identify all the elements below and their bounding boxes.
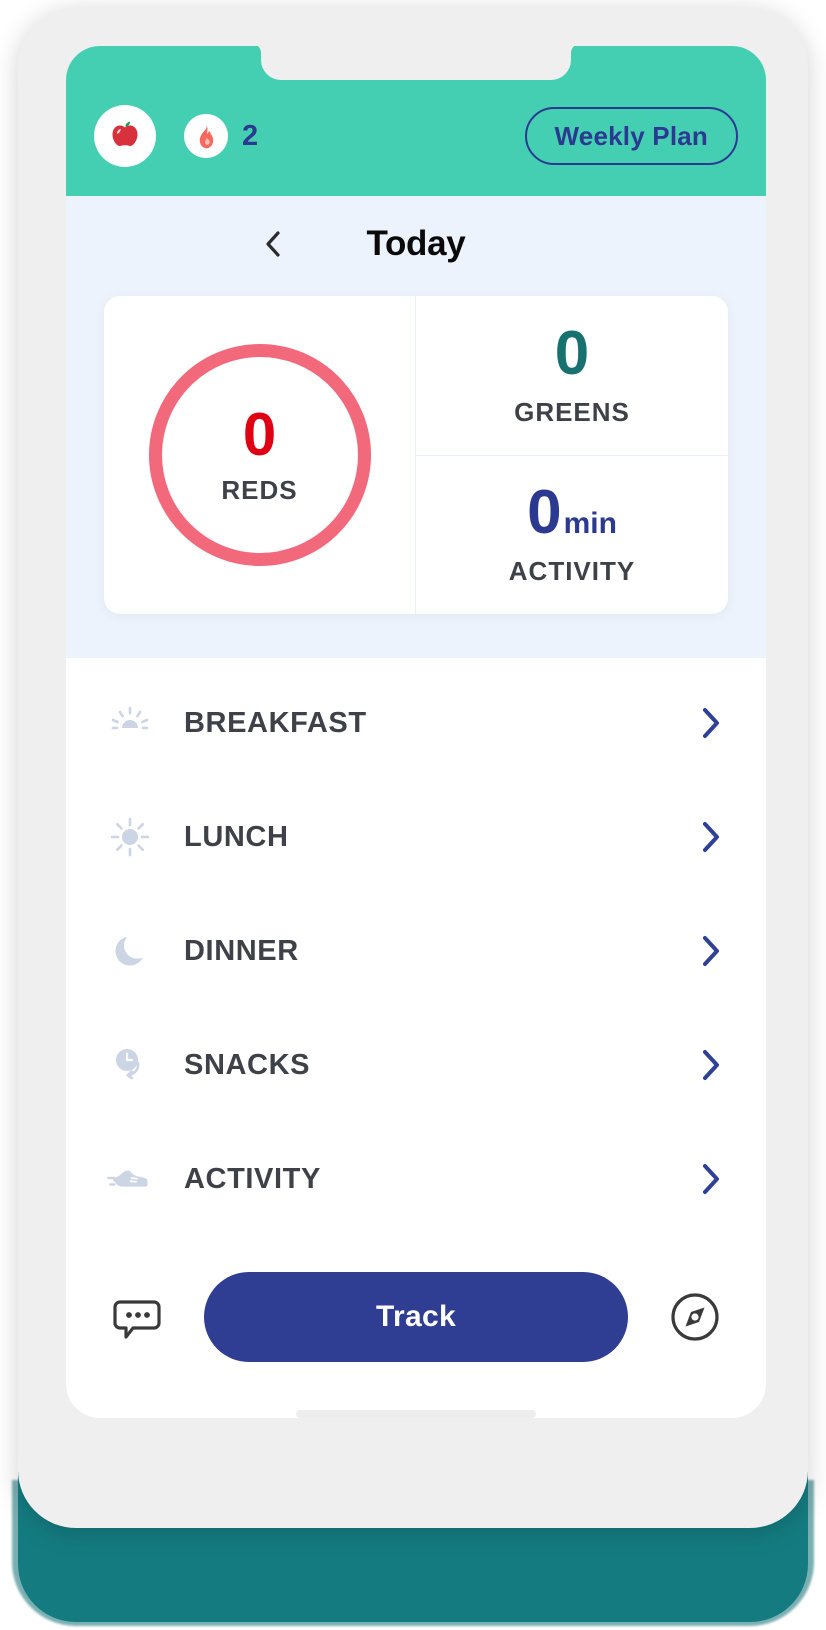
meal-label: BREAKFAST — [184, 706, 367, 739]
chevron-right-icon[interactable] — [694, 706, 728, 740]
chevron-left-icon — [266, 231, 280, 257]
nav-bar: Today — [66, 196, 766, 292]
chat-button[interactable] — [104, 1284, 170, 1350]
track-button[interactable]: Track — [204, 1272, 628, 1362]
running-shoe-icon — [102, 1151, 158, 1207]
apple-icon — [112, 121, 138, 146]
home-indicator — [296, 1410, 536, 1418]
greens-label: GREENS — [514, 396, 630, 427]
chat-bubble-icon — [113, 1300, 161, 1339]
meal-row-activity[interactable]: ACTIVITY — [66, 1122, 766, 1236]
meal-label: ACTIVITY — [184, 1162, 321, 1195]
meal-label: SNACKS — [184, 1048, 311, 1081]
activity-unit: min — [563, 507, 617, 541]
greens-stat[interactable]: 0 GREENS — [416, 296, 728, 456]
apple-logo-badge[interactable] — [94, 105, 156, 167]
chevron-right-icon[interactable] — [694, 1162, 728, 1196]
flame-icon — [199, 124, 213, 148]
reds-ring: 0 REDS — [148, 344, 371, 566]
reds-value: 0 — [242, 400, 277, 468]
sunrise-icon — [102, 695, 158, 751]
clock-arrow-icon — [102, 1037, 158, 1093]
app-header: 2 Weekly Plan — [66, 46, 766, 196]
activity-value: 0 — [527, 478, 562, 548]
phone-frame: 2 Weekly Plan Today 0 REDS 0 GREENS 0 mi… — [18, 8, 808, 1528]
meal-row-lunch[interactable]: LUNCH — [66, 780, 766, 894]
greens-value: 0 — [554, 318, 590, 388]
chevron-right-icon[interactable] — [694, 820, 728, 854]
meal-label: LUNCH — [184, 820, 289, 853]
screenshot-stage: 2 Weekly Plan Today 0 REDS 0 GREENS 0 mi… — [0, 0, 826, 1630]
activity-label: ACTIVITY — [508, 556, 636, 587]
streak-badge[interactable] — [184, 114, 228, 158]
back-button[interactable] — [256, 227, 290, 261]
meal-row-breakfast[interactable]: BREAKFAST — [66, 666, 766, 780]
meal-label: DINNER — [184, 934, 299, 967]
reds-label: REDS — [221, 474, 298, 505]
weekly-plan-button[interactable]: Weekly Plan — [524, 107, 738, 165]
meal-row-snacks[interactable]: SNACKS — [66, 1008, 766, 1122]
chevron-right-icon[interactable] — [694, 934, 728, 968]
reds-stat[interactable]: 0 REDS — [104, 296, 416, 614]
meal-list: BREAKFAST LUNCH DINNER SNACKS ACTIVITY — [66, 658, 766, 1236]
phone-screen: 2 Weekly Plan Today 0 REDS 0 GREENS 0 mi… — [66, 46, 766, 1418]
daily-stats-card: 0 REDS 0 GREENS 0 min ACTIVITY — [104, 296, 728, 614]
stats-right-column: 0 GREENS 0 min ACTIVITY — [416, 296, 728, 614]
page-title: Today — [366, 224, 466, 263]
compass-icon — [671, 1293, 719, 1341]
streak-count: 2 — [242, 119, 258, 152]
activity-value-row: 0 min — [527, 482, 617, 544]
bottom-action-bar: Track — [66, 1236, 766, 1362]
header-row: 2 Weekly Plan — [66, 98, 766, 174]
moon-icon — [102, 923, 158, 979]
explore-button[interactable] — [662, 1284, 728, 1350]
phone-notch — [261, 46, 571, 80]
activity-stat[interactable]: 0 min ACTIVITY — [416, 456, 728, 615]
meal-row-dinner[interactable]: DINNER — [66, 894, 766, 1008]
chevron-right-icon[interactable] — [694, 1048, 728, 1082]
sun-icon — [102, 809, 158, 865]
summary-section: Today 0 REDS 0 GREENS 0 min ACTIVITY — [66, 196, 766, 658]
